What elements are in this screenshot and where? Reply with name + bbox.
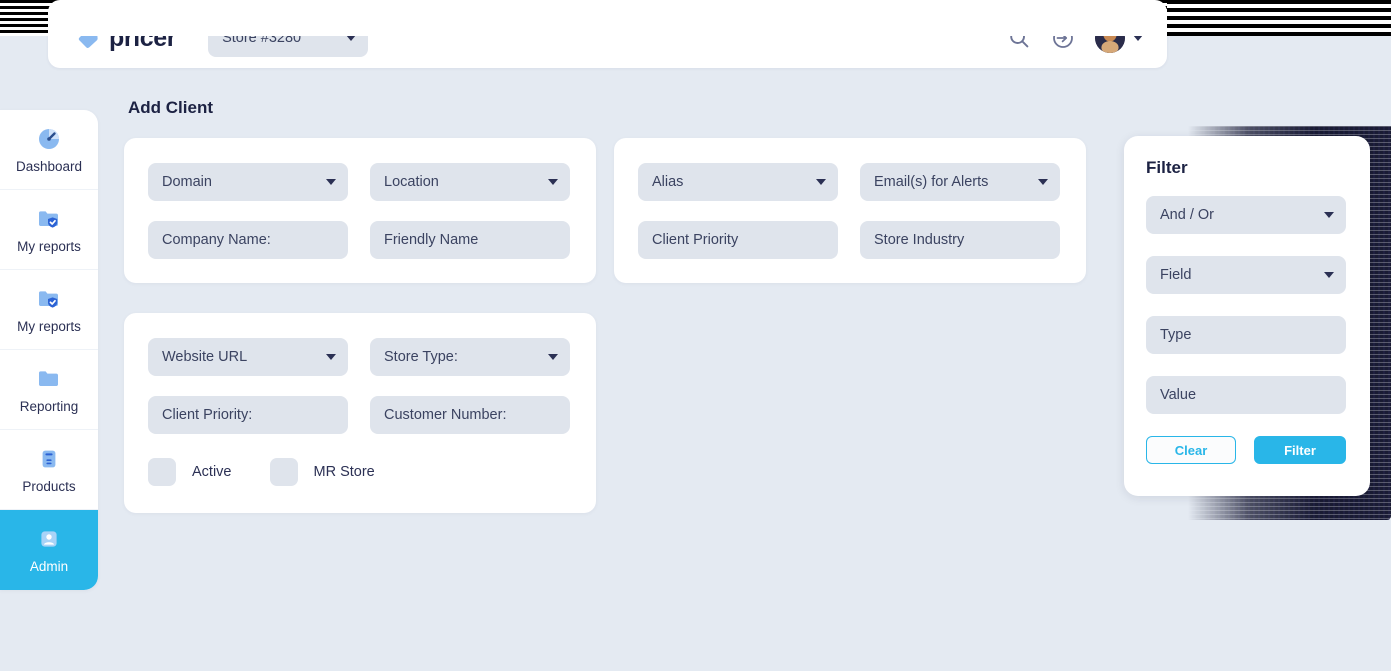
checkbox-active[interactable] xyxy=(148,458,176,486)
field-label: Email(s) for Alerts xyxy=(874,174,989,190)
filter-field-value[interactable]: Value xyxy=(1146,376,1346,414)
chevron-down-icon xyxy=(1324,212,1334,218)
user-badge-icon xyxy=(36,526,62,552)
field-label: Alias xyxy=(652,174,684,190)
field-label: Type xyxy=(1160,327,1192,343)
field-row: Website URL Store Type: xyxy=(124,313,596,376)
sidebar-item-label: Reporting xyxy=(19,398,79,414)
field-label: Friendly Name xyxy=(384,232,479,248)
sidebar-item-dashboard[interactable]: Dashboard xyxy=(0,110,98,190)
checkbox-row: Active MR Store xyxy=(124,434,596,486)
brand: pricer xyxy=(76,24,176,53)
field-row: Domain Location xyxy=(124,138,596,201)
field-row: Client Priority Store Industry xyxy=(614,201,1086,259)
field-label: Store Industry xyxy=(874,232,965,248)
checkbox-mr-store[interactable] xyxy=(269,458,298,486)
sidebar-item-products[interactable]: Products xyxy=(0,430,98,510)
chevron-down-icon xyxy=(1324,272,1334,278)
chevron-down-icon xyxy=(326,354,336,360)
field-label: Location xyxy=(384,174,439,190)
sidebar-item-label: Products xyxy=(22,478,76,494)
chevron-down-icon xyxy=(548,179,558,185)
app-root: pricer Store #3280 Dashboard My reports … xyxy=(0,0,1391,671)
field-label: Customer Number: xyxy=(384,407,507,423)
sidebar-item-label: Dashboard xyxy=(15,158,83,174)
chevron-down-icon xyxy=(548,354,558,360)
sidebar-item-my-reports-1[interactable]: My reports xyxy=(0,190,98,270)
folder-shield-check-icon xyxy=(36,206,62,232)
field-website-url[interactable]: Website URL xyxy=(148,338,348,376)
filter-button[interactable]: Filter xyxy=(1254,436,1346,464)
field-label: Value xyxy=(1160,387,1197,403)
store-selector[interactable]: Store #3280 xyxy=(208,19,369,57)
field-client-priority[interactable]: Client Priority xyxy=(638,221,838,259)
field-client-priority[interactable]: Client Priority: xyxy=(148,396,348,434)
brand-name: pricer xyxy=(109,23,177,52)
filter-field-field[interactable]: Field xyxy=(1146,256,1346,294)
app-header: pricer Store #3280 xyxy=(48,8,1167,68)
field-row: Client Priority: Customer Number: xyxy=(124,376,596,434)
field-label: Client Priority xyxy=(652,232,739,248)
checkbox-mr-store-label: MR Store xyxy=(313,464,375,480)
folder-icon xyxy=(36,366,62,392)
header-actions xyxy=(1007,23,1143,53)
field-location[interactable]: Location xyxy=(370,163,570,201)
field-row: Company Name: Friendly Name xyxy=(124,201,596,259)
field-alias[interactable]: Alias xyxy=(638,163,838,201)
field-domain[interactable]: Domain xyxy=(148,163,348,201)
field-row: Alias Email(s) for Alerts xyxy=(614,138,1086,201)
user-menu[interactable] xyxy=(1095,23,1143,53)
field-label: Field xyxy=(1160,267,1192,283)
chevron-down-icon xyxy=(1038,179,1048,185)
search-icon[interactable] xyxy=(1007,26,1031,50)
sidebar-item-label: My reports xyxy=(17,238,81,254)
checkbox-active-label: Active xyxy=(192,464,232,480)
chevron-down-icon xyxy=(326,179,336,185)
field-store-industry[interactable]: Store Industry xyxy=(860,221,1060,259)
field-company-name[interactable]: Company Name: xyxy=(148,221,348,259)
sidebar-item-label: My reports xyxy=(17,318,81,334)
sidebar-item-my-reports-2[interactable]: My reports xyxy=(0,270,98,350)
filter-field-and-or[interactable]: And / Or xyxy=(1146,196,1346,234)
field-label: Client Priority: xyxy=(162,407,253,423)
card-store-info: Website URL Store Type: Client Priority:… xyxy=(124,313,596,513)
render-artifact-top-right xyxy=(1167,0,1391,36)
sidebar-item-label: Admin xyxy=(29,559,69,574)
speedometer-icon xyxy=(36,126,62,152)
user-avatar xyxy=(1095,23,1125,53)
sidebar: Dashboard My reports My reports Reportin… xyxy=(0,110,98,590)
field-friendly-name[interactable]: Friendly Name xyxy=(370,221,570,259)
field-label: And / Or xyxy=(1160,207,1214,223)
field-emails-for-alerts[interactable]: Email(s) for Alerts xyxy=(860,163,1060,201)
clear-button[interactable]: Clear xyxy=(1146,436,1236,464)
field-label: Domain xyxy=(162,174,212,190)
filter-field-type[interactable]: Type xyxy=(1146,316,1346,354)
filter-actions: Clear Filter xyxy=(1146,436,1348,464)
field-customer-number[interactable]: Customer Number: xyxy=(370,396,570,434)
box-icon xyxy=(36,446,62,472)
field-label: Store Type: xyxy=(384,349,458,365)
folder-shield-check-icon xyxy=(36,286,62,312)
sidebar-item-reporting[interactable]: Reporting xyxy=(0,350,98,430)
sidebar-item-admin[interactable]: Admin xyxy=(0,510,98,590)
field-store-type[interactable]: Store Type: xyxy=(370,338,570,376)
chevron-down-icon xyxy=(346,35,357,41)
filter-panel: Filter And / Or Field Type Value Clear F… xyxy=(1124,136,1370,496)
chevron-down-icon xyxy=(1133,35,1143,41)
field-label: Company Name: xyxy=(162,232,271,248)
store-selector-value: Store #3280 xyxy=(222,30,302,46)
login-arrow-icon[interactable] xyxy=(1051,26,1075,50)
filter-panel-title: Filter xyxy=(1146,158,1188,177)
field-label: Website URL xyxy=(162,349,248,365)
page-title: Add Client xyxy=(128,98,213,117)
card-alias-info: Alias Email(s) for Alerts Client Priorit… xyxy=(614,138,1086,283)
price-tag-icon xyxy=(76,26,100,50)
chevron-down-icon xyxy=(816,179,826,185)
card-contact-info: Domain Location Company Name: Friendly N… xyxy=(124,138,596,283)
